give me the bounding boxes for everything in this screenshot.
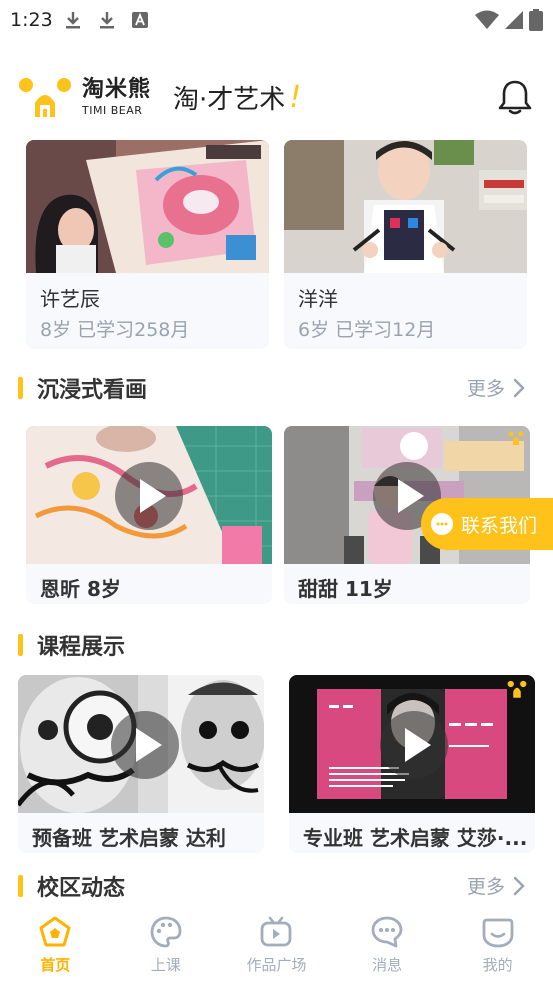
section-title-course: 课程展示 xyxy=(18,629,125,661)
font-app-icon xyxy=(132,12,148,28)
video-title: 预备班 艺术启蒙 达利 xyxy=(32,826,226,850)
app-header: 淘米熊 TIMI BEAR 淘·才艺术 ! xyxy=(0,62,553,132)
video-title: 恩昕 8岁 xyxy=(40,577,121,601)
wifi-icon xyxy=(475,10,499,29)
student-meta: 6岁 已学习12月 xyxy=(298,319,436,341)
student-photo xyxy=(26,140,269,273)
more-link-watch[interactable]: 更多 xyxy=(467,374,525,401)
play-icon xyxy=(139,479,166,513)
section-title-campus: 校区动态 xyxy=(18,870,125,902)
video-title: 甜甜 11岁 xyxy=(298,577,393,601)
message-icon xyxy=(371,916,403,947)
bottom-tab-bar: 首页 上课 作品广场 消息 我的 xyxy=(0,905,553,984)
student-card[interactable]: 许艺辰 8岁 已学习258月 xyxy=(26,140,269,349)
download-icon xyxy=(100,12,114,29)
timi-bear-logo-icon xyxy=(18,75,72,119)
student-name: 许艺辰 xyxy=(40,287,100,311)
video-title: 专业班 艺术启蒙 艾莎·... xyxy=(303,826,528,850)
tv-play-icon xyxy=(261,916,292,946)
contact-us-label: 联系我们 xyxy=(461,514,538,537)
play-button[interactable] xyxy=(380,711,448,779)
logo-en-text: TIMI BEAR xyxy=(82,103,143,117)
chevron-right-icon xyxy=(513,378,525,397)
status-system-icons xyxy=(475,9,543,31)
tab-label: 消息 xyxy=(372,955,403,974)
student-meta: 8岁 已学习258月 xyxy=(40,319,190,341)
slogan-mark: ! xyxy=(289,79,302,115)
more-link-campus[interactable]: 更多 xyxy=(467,872,525,899)
play-icon xyxy=(404,728,431,762)
status-notification-icons xyxy=(64,10,148,30)
video-card[interactable]: 专业班 艺术启蒙 艾莎·... xyxy=(289,675,535,853)
status-bar: 1:23 xyxy=(0,0,553,40)
play-icon xyxy=(135,728,162,762)
slogan: 淘·才艺术 ! xyxy=(173,79,301,116)
palette-icon xyxy=(150,916,182,947)
logo-cn-text: 淘米熊 xyxy=(82,76,152,102)
status-time: 1:23 xyxy=(10,9,53,31)
tab-home[interactable]: 首页 xyxy=(0,905,111,984)
tab-label: 上课 xyxy=(150,955,181,974)
student-photo xyxy=(284,140,527,273)
profile-icon xyxy=(482,918,514,947)
download-icon xyxy=(66,12,80,29)
watermark-logo-icon xyxy=(508,431,524,445)
tab-profile[interactable]: 我的 xyxy=(442,905,553,984)
signal-icon xyxy=(505,11,523,29)
tab-label: 首页 xyxy=(40,955,71,974)
section-accent-bar xyxy=(18,377,23,399)
contact-us-button[interactable]: 联系我们 xyxy=(421,498,553,550)
section-title-text: 校区动态 xyxy=(37,876,126,901)
bell-icon xyxy=(498,80,532,115)
logo-wordmark: 淘米熊 TIMI BEAR xyxy=(82,76,152,117)
more-link-label: 更多 xyxy=(466,876,505,898)
tab-class[interactable]: 上课 xyxy=(111,905,222,984)
watermark-logo-icon xyxy=(507,680,527,698)
video-card[interactable]: 恩昕 8岁 xyxy=(26,426,272,604)
battery-icon xyxy=(529,9,543,31)
notification-bell-button[interactable] xyxy=(495,77,535,117)
play-button[interactable] xyxy=(111,711,179,779)
tab-label: 作品广场 xyxy=(246,955,307,974)
section-accent-bar xyxy=(18,634,23,656)
play-icon xyxy=(397,479,424,513)
section-title-watch: 沉浸式看画 xyxy=(18,372,147,404)
chat-icon xyxy=(431,513,453,535)
student-card[interactable]: 洋洋 6岁 已学习12月 xyxy=(284,140,527,349)
tab-label: 我的 xyxy=(482,955,513,974)
section-title-text: 课程展示 xyxy=(37,635,126,660)
chevron-right-icon xyxy=(513,876,525,895)
section-title-text: 沉浸式看画 xyxy=(37,378,148,403)
video-card[interactable]: 预备班 艺术启蒙 达利 xyxy=(18,675,264,853)
section-accent-bar xyxy=(18,875,23,897)
student-name: 洋洋 xyxy=(298,287,338,311)
tab-messages[interactable]: 消息 xyxy=(332,905,443,984)
home-icon xyxy=(39,916,71,946)
slogan-text: 淘·才艺术 xyxy=(173,84,286,115)
tab-gallery[interactable]: 作品广场 xyxy=(221,905,332,984)
more-link-label: 更多 xyxy=(466,378,505,400)
play-button[interactable] xyxy=(115,462,183,530)
